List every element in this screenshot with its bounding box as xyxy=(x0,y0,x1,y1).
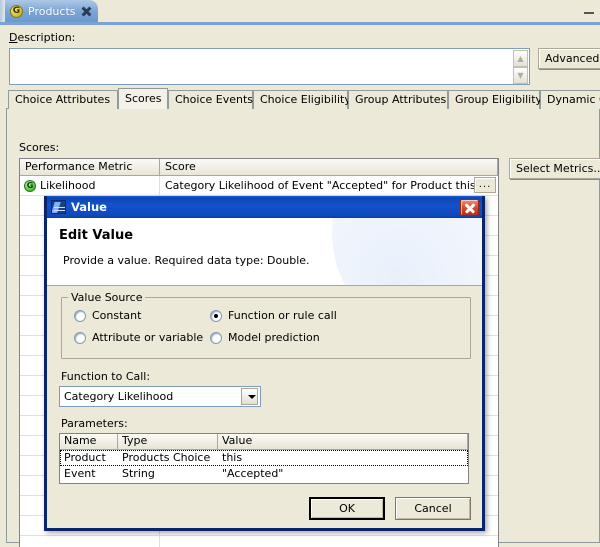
dialog-header: Edit Value Provide a value. Required dat… xyxy=(47,218,482,286)
green-g-metric-icon: G xyxy=(24,179,36,192)
param-type: String xyxy=(122,467,155,480)
radio-constant[interactable]: Constant xyxy=(74,309,141,322)
parameters-label: Parameters: xyxy=(61,417,128,430)
radio-function-or-rule-call-dot xyxy=(210,309,222,322)
function-to-call-select[interactable]: Category Likelihood xyxy=(59,386,261,407)
tab-choice-events[interactable]: Choice Events xyxy=(168,90,253,109)
tab-dynamic-choices[interactable]: Dynamic Choices xyxy=(540,90,600,109)
select-metrics-button[interactable]: Select Metrics... xyxy=(509,158,600,179)
tab-choice-attributes[interactable]: Choice Attributes xyxy=(8,90,118,109)
parameters-table[interactable]: Name Type Value Product Products Choice … xyxy=(59,433,469,484)
scores-row-metric-cell[interactable]: G Likelihood xyxy=(20,176,160,195)
editor-tab-products[interactable]: G Products xyxy=(5,0,98,22)
dialog-subheading: Provide a value. Required data type: Dou… xyxy=(63,254,310,267)
scores-row-score-value: Category Likelihood of Event "Accepted" … xyxy=(165,179,476,192)
table-row[interactable]: Event String "Accepted" xyxy=(60,466,468,482)
tab-choice-eligibility[interactable]: Choice Eligibility xyxy=(253,90,351,109)
scores-row-score-cell[interactable]: Category Likelihood of Event "Accepted" … xyxy=(160,176,498,195)
radio-function-or-rule-call-label: Function or rule call xyxy=(228,309,337,322)
column-score[interactable]: Score xyxy=(160,159,498,176)
chevron-up-icon[interactable]: ▲ xyxy=(513,50,528,67)
radio-model-prediction-label: Model prediction xyxy=(228,331,320,344)
header-glow-decoration xyxy=(332,218,482,285)
column-name[interactable]: Name xyxy=(60,434,118,450)
tab-scores[interactable]: Scores xyxy=(118,88,168,109)
dialog-button-bar: OK Cancel xyxy=(309,497,471,520)
column-performance-metric[interactable]: Performance Metric xyxy=(20,159,160,176)
param-value[interactable]: this xyxy=(218,450,468,466)
function-to-call-value: Category Likelihood xyxy=(64,390,174,403)
cancel-button[interactable]: Cancel xyxy=(395,497,471,520)
param-name: Event xyxy=(64,467,96,480)
table-row-empty[interactable] xyxy=(20,536,498,547)
application-window: G Products Description: ▲ ▼ Advanced... … xyxy=(0,0,600,547)
tab-group-attributes[interactable]: Group Attributes xyxy=(348,90,448,109)
chevron-down-icon[interactable]: ▼ xyxy=(513,67,528,84)
radio-function-or-rule-call[interactable]: Function or rule call xyxy=(210,309,337,322)
description-label: Description: xyxy=(9,31,75,44)
editor-tab-strip: G Products xyxy=(0,0,600,26)
window-close-icon[interactable] xyxy=(460,198,479,216)
radio-attribute-or-variable-label: Attribute or variable xyxy=(92,331,204,344)
dialog-body: Value Source Constant Attribute or varia… xyxy=(47,286,482,529)
empty-metric-cell[interactable] xyxy=(20,536,160,547)
param-value[interactable]: "Accepted" xyxy=(218,466,468,482)
scores-table-header: Performance Metric Score xyxy=(20,159,498,176)
description-label-rest: escription: xyxy=(17,31,76,44)
value-editor-icon xyxy=(51,200,66,214)
scores-section-label: Scores: xyxy=(19,141,60,154)
column-type[interactable]: Type xyxy=(118,434,218,450)
function-to-call-label: Function to Call: xyxy=(61,370,151,383)
tab-group-eligibility[interactable]: Group Eligibility xyxy=(448,90,542,109)
ok-button[interactable]: OK xyxy=(309,497,385,520)
inner-tab-row: Choice Attributes Scores Choice Events C… xyxy=(6,88,600,109)
g-badge-icon: G xyxy=(10,4,23,18)
value-source-group: Value Source Constant Attribute or varia… xyxy=(61,291,471,359)
radio-constant-dot xyxy=(74,309,86,322)
value-dialog: Value Edit Value Provide a value. Requir… xyxy=(44,196,485,531)
dialog-heading: Edit Value xyxy=(59,228,134,243)
param-name: Product xyxy=(64,451,106,464)
table-row[interactable]: G Likelihood Category Likelihood of Even… xyxy=(20,176,498,196)
dialog-title-text: Value xyxy=(71,200,107,214)
empty-score-cell[interactable] xyxy=(160,536,498,547)
advanced-button[interactable]: Advanced... xyxy=(538,48,600,69)
parameters-table-header: Name Type Value xyxy=(60,434,468,450)
close-x-icon[interactable] xyxy=(81,6,92,17)
radio-attribute-or-variable[interactable]: Attribute or variable xyxy=(74,331,203,344)
radio-attribute-or-variable-dot xyxy=(74,331,86,344)
column-value[interactable]: Value xyxy=(218,434,468,450)
minimize-icon[interactable] xyxy=(582,4,596,16)
table-row[interactable]: Product Products Choice this xyxy=(60,450,468,466)
tab-underline-gap xyxy=(0,25,600,26)
dialog-title-bar[interactable]: Value xyxy=(47,196,482,218)
value-source-legend: Value Source xyxy=(68,291,146,304)
chevron-down-icon[interactable] xyxy=(241,388,258,405)
editor-tab-label: Products xyxy=(28,4,76,18)
score-ellipsis-button[interactable]: ... xyxy=(474,177,496,193)
scores-row-metric-label: Likelihood xyxy=(40,179,96,192)
radio-model-prediction-dot xyxy=(210,331,222,344)
description-input[interactable]: ▲ ▼ xyxy=(9,48,530,85)
radio-model-prediction[interactable]: Model prediction xyxy=(210,331,320,344)
param-type: Products Choice xyxy=(122,451,211,464)
radio-constant-label: Constant xyxy=(92,309,142,322)
